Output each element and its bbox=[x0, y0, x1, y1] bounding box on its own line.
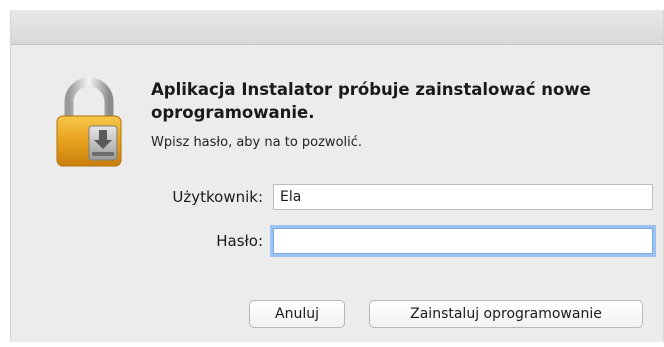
dialog-heading: Aplikacja Instalator próbuje zainstalowa… bbox=[151, 80, 591, 122]
password-field[interactable] bbox=[273, 228, 653, 254]
username-label: Użytkownik: bbox=[172, 188, 263, 206]
password-label: Hasło: bbox=[216, 232, 263, 250]
cancel-button[interactable]: Anuluj bbox=[249, 300, 345, 328]
lock-installer-icon bbox=[55, 76, 123, 168]
dialog-titlebar[interactable] bbox=[11, 10, 663, 45]
username-field[interactable] bbox=[273, 184, 653, 210]
dialog-subtext: Wpisz hasło, aby na to pozwolić. bbox=[151, 135, 363, 150]
install-software-button[interactable]: Zainstaluj oprogramowanie bbox=[369, 300, 643, 328]
authentication-dialog: Aplikacja Instalator próbuje zainstalowa… bbox=[10, 10, 664, 342]
